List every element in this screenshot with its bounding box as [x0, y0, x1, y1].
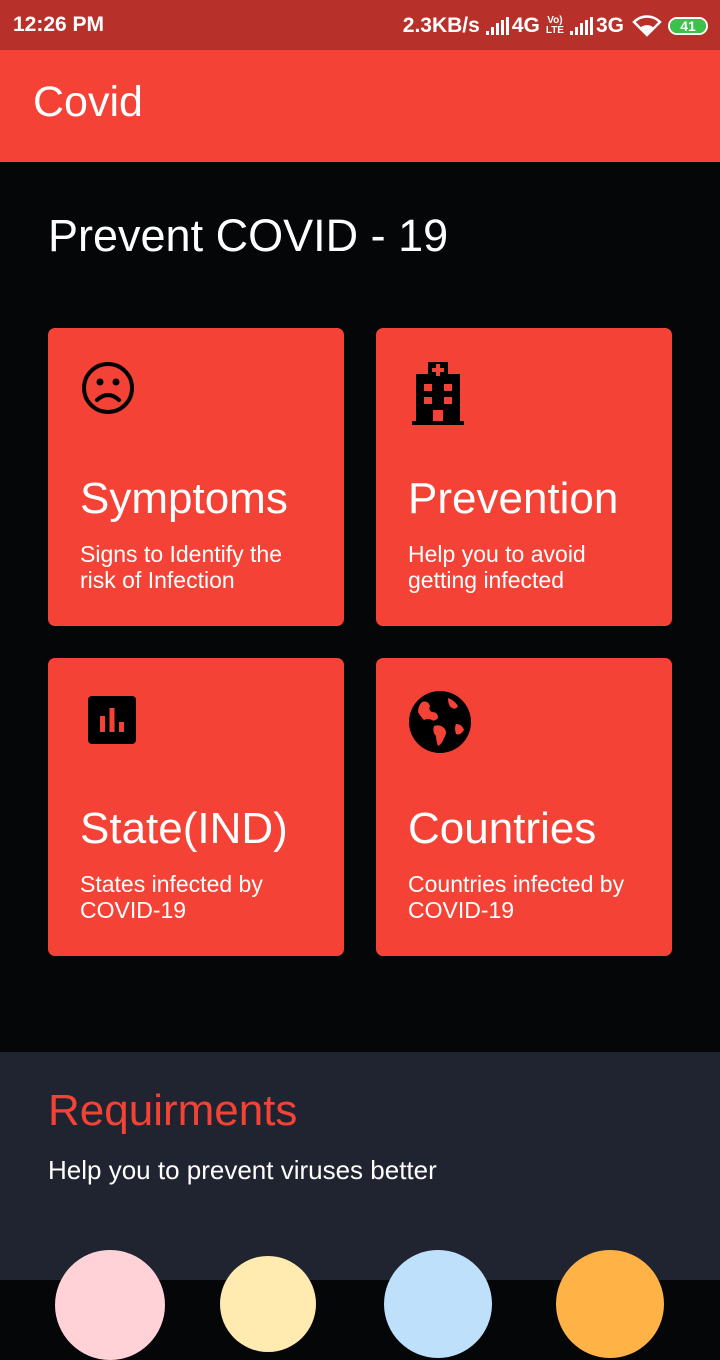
- card-title: Symptoms: [80, 474, 288, 523]
- volte-indicator: Vo) LTE: [546, 16, 564, 36]
- card-subtitle: States infected by COVID-19: [80, 871, 263, 923]
- countries-card[interactable]: Countries Countries infected by COVID-19: [376, 658, 672, 956]
- battery-level: 41: [680, 18, 696, 34]
- requirements-subtitle: Help you to prevent viruses better: [48, 1155, 437, 1185]
- globe-icon: [409, 691, 471, 753]
- app-title: Covid: [33, 78, 143, 126]
- bar-chart-icon: [88, 696, 136, 744]
- card-title: Countries: [408, 804, 597, 853]
- page-heading: Prevent COVID - 19: [48, 210, 449, 261]
- requirement-item-1[interactable]: [55, 1250, 165, 1360]
- symptoms-card[interactable]: Symptoms Signs to Identify the risk of I…: [48, 328, 344, 626]
- signal-icon: [484, 17, 510, 35]
- requirement-item-4[interactable]: [556, 1250, 664, 1358]
- sad-face-icon: [82, 362, 134, 414]
- network-speed: 2.3KB/s: [402, 14, 480, 37]
- prevention-card[interactable]: Prevention Help you to avoid getting inf…: [376, 328, 672, 626]
- status-bar: 12:26 PM 2.3KB/s 4G Vo) LTE 3G 41: [0, 0, 720, 50]
- card-title: Prevention: [408, 474, 619, 523]
- network-type-2: 3G: [595, 14, 624, 37]
- card-subtitle: Countries infected by COVID-19: [408, 871, 625, 923]
- card-subtitle: Help you to avoid getting infected: [408, 541, 586, 593]
- battery-icon: 41: [668, 17, 708, 35]
- app-bar: Covid: [0, 50, 720, 162]
- requirement-item-3[interactable]: [384, 1250, 492, 1358]
- volte-bottom: LTE: [545, 25, 564, 36]
- card-subtitle: Signs to Identify the risk of Infection: [80, 541, 283, 593]
- state-card[interactable]: State(IND) States infected by COVID-19: [48, 658, 344, 956]
- card-title: State(IND): [80, 804, 288, 853]
- wifi-icon: [632, 15, 662, 37]
- network-type-1: 4G: [511, 14, 540, 37]
- requirements-title: Requirments: [48, 1086, 298, 1135]
- status-time: 12:26 PM: [13, 13, 105, 36]
- requirement-item-2[interactable]: [220, 1256, 316, 1352]
- hospital-icon: [412, 362, 464, 425]
- requirements-section: Requirments Help you to prevent viruses …: [0, 1052, 720, 1360]
- signal-icon-2: [568, 17, 594, 35]
- status-icons: 2.3KB/s 4G Vo) LTE 3G 41: [403, 13, 708, 39]
